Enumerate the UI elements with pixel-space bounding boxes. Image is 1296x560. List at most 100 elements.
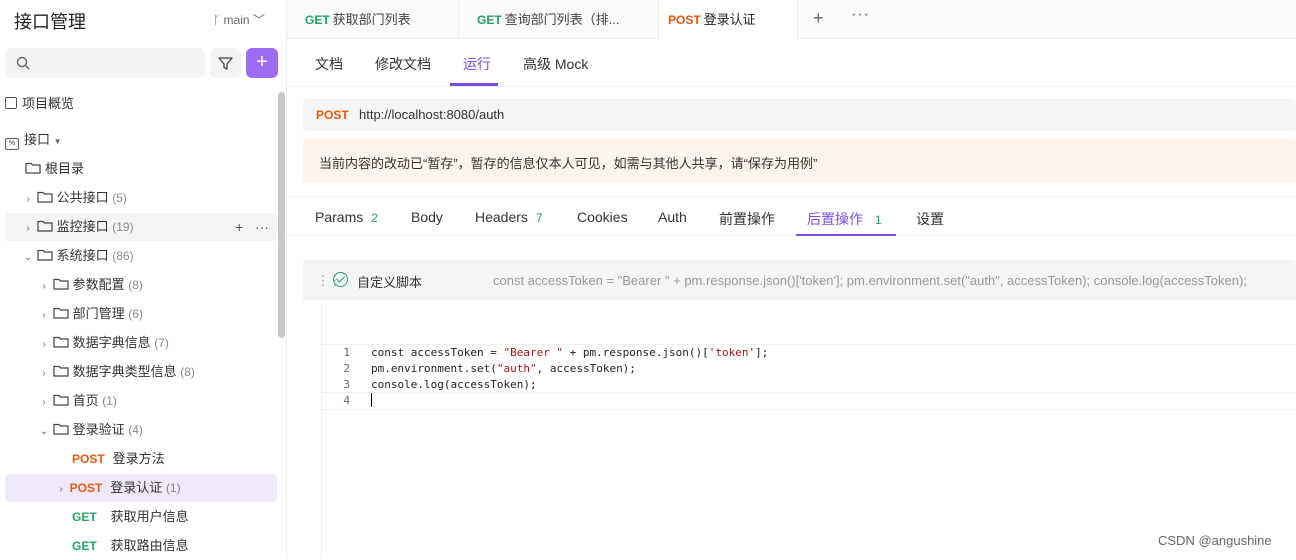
sub-nav: 文档 修改文档 运行 高级 Mock [287,39,1296,87]
new-tab-icon[interactable]: + [813,8,824,29]
code-line[interactable]: 1 const accessToken = "Bearer " + pm.resp… [322,345,1296,361]
code-text: , accessToken); [536,362,636,375]
branch-icon: ᚴ [213,13,221,27]
folder-icon [53,307,69,319]
check-circle-icon[interactable] [333,272,348,287]
folder-icon [25,162,41,174]
api-label: 接口 [24,132,51,147]
add-button[interactable]: + [246,48,278,78]
tab-post-script[interactable]: 后置操作 1 [807,209,882,229]
tab-label: Headers [475,209,528,225]
sidebar-endpoint-row[interactable]: GET 获取用户信息 [5,503,277,531]
folder-icon [53,336,69,348]
tab-auth[interactable]: Auth [658,209,687,225]
overview-icon [5,97,17,109]
tab-login-auth[interactable]: POST 登录认证 [659,0,798,39]
request-tabs: Params 2 Body Headers 7 Cookies Auth 前置操作 … [287,196,1296,236]
endpoint-label: 登录方法 [112,451,165,466]
tab-edit-doc[interactable]: 修改文档 [375,54,431,74]
folder-count: (7) [154,336,169,350]
request-url[interactable]: http://localhost:8080/auth [359,107,504,122]
sidebar-folder-row[interactable]: › 公共接口 (5) [5,184,277,212]
sidebar-folder-row[interactable]: ⌄ 登录验证 (4) [5,416,277,444]
folder-icon [53,394,69,406]
tab-label: 获取部门列表 [332,12,411,27]
sidebar-item-overview[interactable]: 项目概览 [5,90,277,118]
sidebar-folder-row[interactable]: › 数据字典信息 (7) [5,329,277,357]
chevron-down-icon: ⌄ [39,426,49,437]
sidebar-folder-row[interactable]: ⌄ 系统接口 (86) [5,242,277,270]
tab-pre-script[interactable]: 前置操作 [719,209,775,229]
sidebar-folder-row[interactable]: › 数据字典类型信息 (8) [5,358,277,386]
sidebar-endpoint-row[interactable]: GET 获取路由信息 [5,532,277,560]
sidebar-scrollbar[interactable] [278,92,285,338]
code-text: + pm.response.json()[ [563,346,709,359]
overview-label: 项目概览 [22,96,75,111]
tab-get-dept-list[interactable]: GET 获取部门列表 [287,0,459,39]
folder-count: (4) [128,423,143,437]
more-icon[interactable]: ··· [255,219,269,235]
sidebar-item-root[interactable]: 根目录 [5,155,277,183]
active-tab-indicator [450,83,498,86]
tab-headers[interactable]: Headers 7 [475,209,543,225]
script-header[interactable]: ⋮⋮ 自定义脚本 const accessToken = "Bearer " +… [303,260,1296,300]
code-text: console.log(accessToken); [371,378,537,391]
tab-settings[interactable]: 设置 [916,209,944,229]
branch-selector[interactable]: ᚴ main ﹀ [213,11,265,28]
tab-query-dept-list[interactable]: GET 查询部门列表（排... [459,0,659,39]
tab-cookies[interactable]: Cookies [577,209,628,225]
code-editor[interactable]: 1 const accessToken = "Bearer " + pm.resp… [321,304,1296,558]
filter-button[interactable] [210,48,241,78]
sidebar-folder-row[interactable]: › 监控接口 (19) + ··· [5,213,277,241]
tab-doc[interactable]: 文档 [315,54,343,74]
search-input[interactable] [5,48,205,78]
request-method[interactable]: POST [316,108,349,122]
tab-method: GET [305,13,330,27]
add-child-icon[interactable]: + [235,219,243,235]
folder-label: 公共接口 [56,190,109,205]
tab-label: 查询部门列表（排... [504,12,620,27]
folder-count: (86) [112,249,134,263]
sidebar-folder-row[interactable]: › 参数配置 (8) [5,271,277,299]
chevron-right-icon: › [26,194,30,205]
branch-label: main [223,13,250,27]
tab-run[interactable]: 运行 [463,54,491,74]
url-bar[interactable]: POST http://localhost:8080/auth [303,99,1296,131]
sidebar-endpoint-row[interactable]: POST 登录方法 [5,445,277,473]
chevron-right-icon: › [42,281,46,292]
line-number: 1 [343,346,350,359]
chevron-right-icon: › [42,310,46,321]
sidebar-folder-row[interactable]: › 首页 (1) [5,387,277,415]
sidebar-folder-row[interactable]: › 部门管理 (6) [5,300,277,328]
line-number: 2 [343,362,350,375]
folder-icon [53,423,69,435]
endpoint-label: 登录认证 [110,480,163,495]
script-preview: const accessToken = "Bearer " + pm.respo… [493,273,1247,288]
api-icon: % [5,138,19,150]
row-actions: + ··· [235,213,269,241]
tab-params[interactable]: Params 2 [315,209,378,225]
tab-advanced-mock[interactable]: 高级 Mock [523,54,588,74]
tab-body[interactable]: Body [411,209,443,225]
root-label: 根目录 [45,161,85,176]
folder-label: 首页 [72,393,99,408]
tab-count: 1 [875,213,882,227]
folder-icon [53,278,69,290]
folder-label: 系统接口 [56,248,109,263]
chevron-down-icon: ﹀ [252,13,265,27]
folder-count: (6) [128,307,143,321]
code-line-current[interactable]: 4 [322,392,1296,410]
tab-label: Auth [658,209,687,225]
folder-icon [37,220,53,232]
code-string: 'token' [708,346,756,359]
sidebar-endpoint-row[interactable]: › POST 登录认证 (1) [5,474,277,502]
folder-icon [37,249,53,261]
sidebar-item-api[interactable]: % 接口 ▼ [5,126,277,154]
code-line[interactable]: 2 pm.environment.set("auth", accessToken)… [322,361,1296,377]
code-line[interactable]: 3 console.log(accessToken); [322,377,1296,393]
tab-bar: GET 获取部门列表 GET 查询部门列表（排... POST 登录认证 + ··· [287,0,1296,39]
folder-label: 参数配置 [72,277,125,292]
more-tabs-icon[interactable]: ··· [851,6,870,24]
method-badge: POST [72,452,105,466]
chevron-right-icon: › [42,368,46,379]
